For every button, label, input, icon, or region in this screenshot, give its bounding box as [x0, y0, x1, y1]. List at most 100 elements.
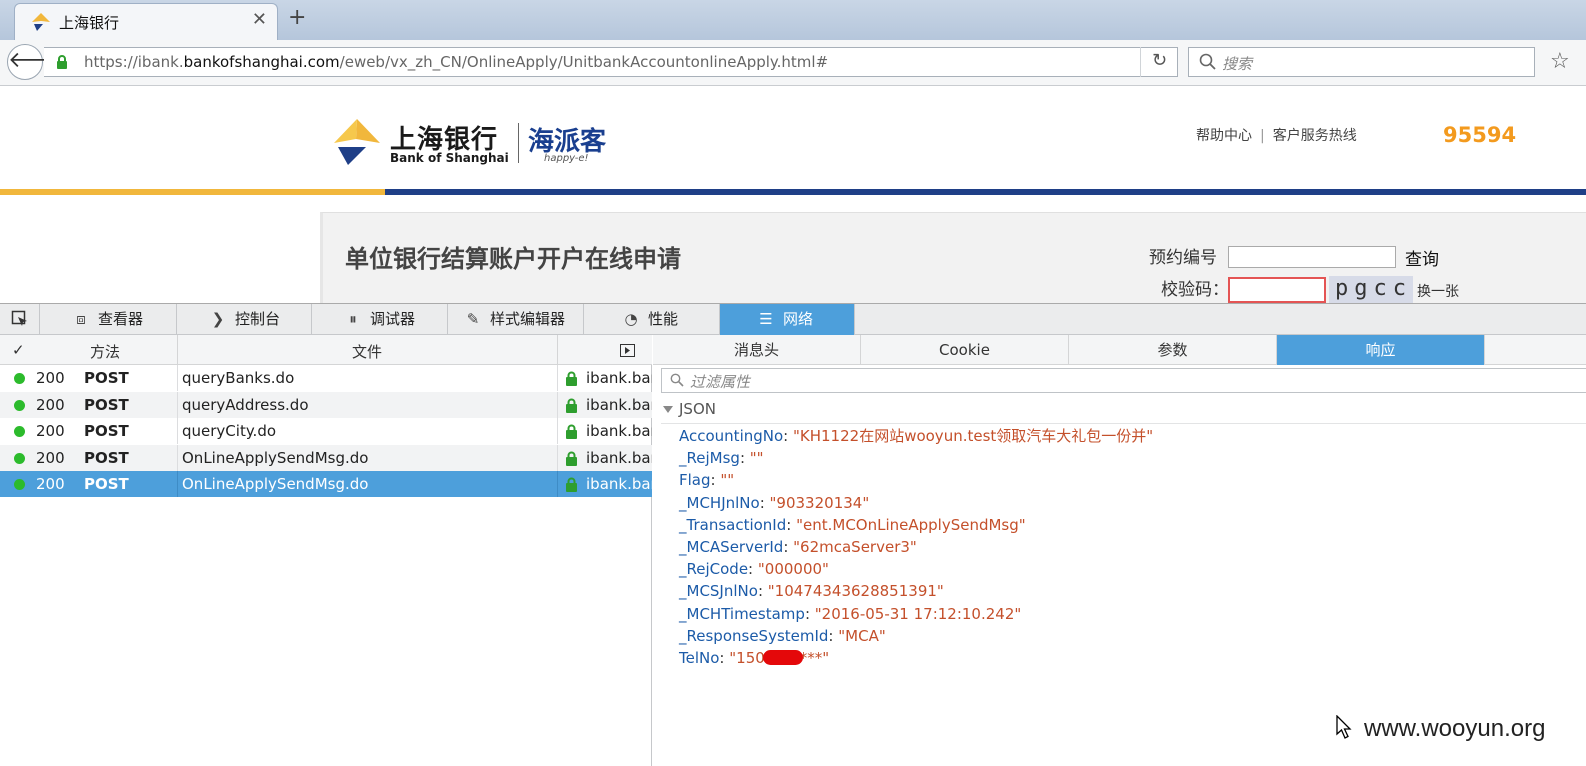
- browser-tab-bar: 上海银行 ✕ +: [0, 0, 1586, 40]
- verification-code-label: 校验码：: [1161, 280, 1229, 300]
- style-editor-icon: ✎: [466, 310, 480, 328]
- reload-button[interactable]: ↻: [1140, 47, 1178, 77]
- request-method: POST: [84, 395, 129, 414]
- request-file: queryBanks.do: [182, 369, 295, 387]
- header-stripe-blue: [385, 189, 1586, 195]
- request-method: POST: [84, 448, 129, 467]
- page-title: 单位银行结算账户开户在线申请: [345, 245, 681, 273]
- tab-headers[interactable]: 消息头: [653, 335, 861, 365]
- cell-separator: [177, 418, 178, 444]
- verification-code-input[interactable]: [1228, 277, 1326, 303]
- json-key: _RejCode: [679, 560, 749, 579]
- secure-lock-icon: [566, 398, 577, 413]
- reservation-number-input[interactable]: [1228, 246, 1396, 268]
- json-row[interactable]: _TransactionId: "ent.MCOnLineApplySendMs…: [679, 514, 1153, 536]
- json-value: "10474343628851391": [767, 582, 944, 601]
- status-ok-icon: [14, 479, 25, 490]
- performance-icon: ◔: [624, 310, 638, 328]
- json-value: "ent.MCOnLineApplySendMsg": [796, 515, 1026, 534]
- json-row[interactable]: AccountingNo: "KH1122在网站wooyun.test领取汽车大…: [679, 425, 1153, 447]
- json-row[interactable]: _MCHTimestamp: "2016-05-31 17:12:10.242": [679, 603, 1153, 625]
- cell-separator: [557, 418, 558, 444]
- cell-separator: [557, 391, 558, 418]
- request-row[interactable]: 200 POST queryCity.do ibank.bankofshangh…: [0, 418, 652, 444]
- json-row[interactable]: _MCHJnlNo: "903320134": [679, 492, 1153, 514]
- tab-performance[interactable]: ◔ 性能: [584, 304, 720, 335]
- redaction-mark: [762, 650, 803, 666]
- debugger-icon: ⏸: [349, 310, 357, 328]
- request-domain: ibank.bankofshanghai.com: [586, 422, 652, 440]
- json-value: "150: [729, 649, 765, 668]
- bank-page: 上海银行 Bank of Shanghai 海派客 happy-e! 帮助中心 |…: [0, 87, 1586, 303]
- new-tab-button[interactable]: +: [288, 5, 306, 30]
- tab-debugger[interactable]: ⏸ 调试器: [312, 304, 448, 335]
- help-center-link[interactable]: 帮助中心: [1196, 128, 1252, 144]
- tab-console[interactable]: ❯ 控制台: [177, 304, 312, 335]
- request-status: 200: [36, 395, 65, 414]
- tab-response[interactable]: 响应: [1277, 335, 1485, 365]
- top-links: 帮助中心 | 客户服务热线: [1196, 125, 1357, 145]
- search-bar[interactable]: 搜索: [1188, 47, 1535, 77]
- header-stripe-gold: [0, 189, 385, 195]
- json-row[interactable]: _RejMsg: "": [679, 447, 1153, 469]
- reservation-number-label: 预约编号: [1149, 248, 1217, 268]
- hotline-number: 95594: [1443, 123, 1517, 147]
- request-status: 200: [36, 422, 65, 440]
- json-row[interactable]: _ResponseSystemId: "MCA": [679, 625, 1153, 647]
- query-button[interactable]: 查询: [1405, 245, 1439, 270]
- lock-icon: [57, 55, 67, 69]
- cell-separator: [177, 444, 178, 471]
- cell-separator: [177, 391, 178, 418]
- json-row[interactable]: TelNo: "150 *****": [679, 647, 1153, 669]
- devtools-toolbar: ⧈ 查看器 ❯ 控制台 ⏸ 调试器 ✎ 样式编辑器 ◔ 性能 ☰ 网络: [0, 303, 1586, 335]
- logo-divider: [518, 123, 519, 163]
- captcha-refresh-link[interactable]: 换一张: [1417, 281, 1459, 301]
- service-hotline-link[interactable]: 客户服务热线: [1273, 128, 1357, 144]
- bank-name-en: Bank of Shanghai: [390, 151, 509, 165]
- json-row[interactable]: _MCAServerId: "62mcaServer3": [679, 536, 1153, 558]
- toggle-sidebar-icon[interactable]: [620, 343, 635, 361]
- network-icon: ☰: [759, 310, 773, 328]
- back-button[interactable]: 🡐: [7, 44, 67, 80]
- json-row[interactable]: Flag: "": [679, 469, 1153, 491]
- devtools-panel: ⧈ 查看器 ❯ 控制台 ⏸ 调试器 ✎ 样式编辑器 ◔ 性能 ☰ 网络 ✓ 方法 文件: [0, 303, 1586, 766]
- tab-inspector[interactable]: ⧈ 查看器: [40, 304, 177, 335]
- request-file: queryAddress.do: [182, 395, 309, 414]
- json-row[interactable]: _RejCode: "000000": [679, 558, 1153, 580]
- status-ok-icon: [14, 426, 25, 437]
- json-value: "000000": [757, 560, 829, 579]
- tab-params[interactable]: 参数: [1069, 335, 1277, 365]
- request-row[interactable]: 200 POST queryBanks.do ibank.bankofshang…: [0, 365, 652, 391]
- secure-lock-icon: [566, 451, 577, 466]
- url-text[interactable]: https://ibank.bankofshanghai.com/eweb/vx…: [84, 53, 828, 71]
- captcha-image[interactable]: pgcc: [1329, 276, 1413, 303]
- json-key: TelNo: [679, 649, 720, 668]
- request-domain: ibank.bankofshanghai.com: [586, 369, 652, 387]
- method-column-header[interactable]: 方法: [90, 341, 120, 362]
- status-column-header[interactable]: ✓: [12, 341, 25, 359]
- request-row-selected[interactable]: 200 POST OnLineApplySendMsg.do ibank.ban…: [0, 471, 652, 497]
- file-column-header[interactable]: 文件: [352, 341, 382, 362]
- element-picker-button[interactable]: [0, 304, 40, 335]
- cell-separator: [557, 444, 558, 471]
- tab-cookies[interactable]: Cookie: [861, 335, 1069, 365]
- browser-tab[interactable]: 上海银行 ✕: [14, 3, 278, 40]
- close-tab-icon[interactable]: ✕: [252, 9, 267, 30]
- cell-separator: [177, 365, 178, 391]
- bank-logo[interactable]: 上海银行 Bank of Shanghai 海派客 happy-e!: [332, 115, 632, 171]
- tab-network[interactable]: ☰ 网络: [720, 304, 855, 335]
- json-section-header[interactable]: JSON: [661, 397, 1586, 424]
- json-row[interactable]: _MCSJnlNo: "10474343628851391": [679, 580, 1153, 602]
- filter-properties-input[interactable]: 过滤属性: [661, 368, 1586, 393]
- request-row[interactable]: 200 POST queryAddress.do ibank.bankofsha…: [0, 391, 652, 418]
- json-value: "KH1122在网站wooyun.test领取汽车大礼包一份并": [793, 427, 1154, 445]
- bookmark-star-icon[interactable]: ☆: [1550, 49, 1570, 74]
- cell-separator: [557, 471, 558, 497]
- address-bar[interactable]: https://ibank.bankofshanghai.com/eweb/vx…: [44, 47, 1178, 77]
- status-ok-icon: [14, 452, 25, 464]
- status-ok-icon: [14, 373, 25, 384]
- request-row[interactable]: 200 POST OnLineApplySendMsg.do ibank.ban…: [0, 444, 652, 471]
- link-separator: |: [1260, 128, 1265, 144]
- secure-lock-icon: [566, 424, 577, 439]
- tab-style-editor[interactable]: ✎ 样式编辑器: [448, 304, 584, 335]
